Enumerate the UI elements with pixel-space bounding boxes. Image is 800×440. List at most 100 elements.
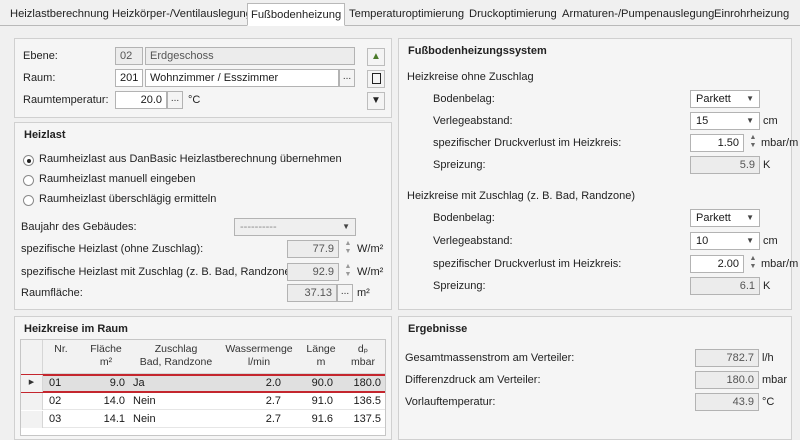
tab-fussbodenheizung[interactable]: Fußbodenheizung [247,3,346,26]
druckverlust-unit: mbar/m [761,137,799,149]
col-dp-label: dₚ [357,343,369,355]
spin-icon: ▲ ▼ [344,240,352,255]
cell-nr: 01 [49,377,62,389]
cell-dp: 180.0 [353,377,381,389]
druckverlust-field[interactable]: 1.50 [690,134,744,152]
ohne-zuschlag-title: Heizkreise ohne Zuschlag [407,71,534,83]
chevron-down-icon: ▼ [342,222,350,231]
up-arrow-button[interactable]: ▲ [367,48,385,66]
temp-browse-button[interactable]: ... [167,91,183,109]
raumflaeche-field: 37.13 [287,284,337,302]
cell-zuschlag: Ja [133,377,145,389]
chevron-down-icon: ▼ [746,116,754,125]
spez-heizlast-label: spezifische Heizlast (ohne Zuschlag): [21,243,204,255]
raum-browse-button[interactable]: ... [339,69,355,87]
radio-manuell-label[interactable]: Raumheizlast manuell eingeben [39,173,196,185]
raumtemperatur-label: Raumtemperatur: [23,94,109,106]
verlegeabstand-unit: cm [763,115,778,127]
cell-dp: 136.5 [353,395,381,407]
content-area: Ebene: 02 Erdgeschoss ▲ Raum: 201 Wohnzi… [0,26,800,440]
col-wassermenge: Wassermenge l/min [219,343,299,369]
baujahr-label: Baujahr des Gebäudes: [21,221,137,233]
mit-zuschlag-title: Heizkreise mit Zuschlag (z. B. Bad, Rand… [407,190,636,202]
vorlauftemperatur-unit: °C [762,396,775,408]
ergebnisse-title: Ergebnisse [408,323,468,335]
verlegeabstand-label: Verlegeabstand: [433,115,513,127]
druckverlust-unit: mbar/m [761,258,799,270]
tab-temperaturoptimierung[interactable]: Temperaturoptimierung [346,5,467,26]
verlegeabstand-value: 10 [696,235,709,247]
fbh-title: Fußbodenheizungssystem [408,45,547,57]
down-arrow-button[interactable]: ▼ [367,92,385,110]
tab-einrohrheizung[interactable]: Einrohrheizung [711,5,792,26]
table-row[interactable]: 03 14.1 Nein 2.7 91.6 137.5 [21,411,385,428]
radio-ueberschlaegig[interactable] [23,195,34,206]
bodenbelag-dropdown[interactable]: Parkett ▼ [690,209,760,227]
tab-druckoptimierung[interactable]: Druckoptimierung [466,5,560,26]
heizlast-panel: Heizlast Raumheizlast aus DanBasic Heizl… [14,122,392,310]
spreizung-label: Spreizung: [433,159,486,171]
col-laenge-label: Länge [306,343,336,355]
druckverlust-field[interactable]: 2.00 [690,255,744,273]
heizlast-title: Heizlast [24,129,66,141]
spreizung-field: 5.9 [690,156,760,174]
heizkreise-table: Nr. Fläche m² Zuschlag Bad, Randzone Wasse… [20,339,386,436]
spreizung-unit: K [763,159,771,171]
raumflaeche-browse-button[interactable]: ... [337,284,353,302]
tab-heizkoerper-ventilauslegung[interactable]: Heizkörper-/Ventilauslegung [109,5,255,26]
raum-name-field[interactable]: Wohnzimmer / Esszimmer [145,69,339,87]
cell-zuschlag: Nein [133,413,156,425]
cell-dp: 137.5 [353,413,381,425]
table-row[interactable]: 02 14.0 Nein 2.7 91.0 136.5 [21,393,385,410]
raumtemperatur-field[interactable]: 20.0 [115,91,167,109]
verlegeabstand-dropdown[interactable]: 15 ▼ [690,112,760,130]
cell-zuschlag: Nein [133,395,156,407]
row-header [21,411,43,428]
radio-aus-danbasic-label[interactable]: Raumheizlast aus DanBasic Heizlastberech… [39,153,342,165]
raumflaeche-unit: m² [357,287,370,299]
spreizung-label: Spreizung: [433,280,486,292]
bodenbelag-value: Parkett [696,93,731,105]
raum-nr-field[interactable]: 201 [115,69,143,87]
col-flaeche-unit: m² [99,356,113,368]
radio-ueberschlaegig-label[interactable]: Raumheizlast überschlägig ermitteln [39,193,216,205]
col-laenge: Länge m [303,343,339,369]
radio-aus-danbasic[interactable] [23,155,34,166]
tab-heizlastberechnung[interactable]: Heizlastberechnung [7,5,112,26]
col-dp-unit: mbar [351,356,375,368]
table-row[interactable]: ▶ 01 9.0 Ja 2.0 90.0 180.0 [21,374,385,393]
verlegeabstand-value: 15 [696,115,709,127]
massenstrom-label: Gesamtmassenstrom am Verteiler: [405,352,575,364]
differenzdruck-field: 180.0 [695,371,759,389]
spin-icon[interactable]: ▲ ▼ [748,255,758,273]
baujahr-dropdown: ---------- ▼ [234,218,356,236]
bodenbelag-value: Parkett [696,212,731,224]
document-icon[interactable] [367,70,385,88]
cell-nr: 03 [49,413,62,425]
baujahr-value: ---------- [240,221,277,233]
col-wassermenge-label: Wassermenge [225,343,293,355]
spreizung-field: 6.1 [690,277,760,295]
spez-heizlast-unit: W/m² [357,243,384,255]
cell-laenge: 90.0 [311,377,333,389]
druckverlust-label: spezifischer Druckverlust im Heizkreis: [433,258,622,270]
spez-heizlast-zuschlag-label: spezifische Heizlast mit Zuschlag (z. B.… [21,266,298,278]
cell-nr: 02 [49,395,62,407]
col-laenge-unit: m [316,356,326,368]
verlegeabstand-unit: cm [763,235,778,247]
radio-manuell[interactable] [23,175,34,186]
bodenbelag-dropdown[interactable]: Parkett ▼ [690,90,760,108]
col-wassermenge-unit: l/min [247,356,271,368]
col-flaeche: Fläche m² [81,343,131,369]
cell-flaeche: 9.0 [109,377,125,389]
cell-flaeche: 14.0 [103,395,125,407]
ebene-nr-field: 02 [115,47,143,65]
chevron-down-icon: ▼ [746,213,754,222]
tab-armaturen-pumpenauslegung[interactable]: Armaturen-/Pumpenauslegung [559,5,717,26]
cell-flaeche: 14.1 [103,413,125,425]
col-nr-label: Nr. [54,343,68,355]
spin-icon[interactable]: ▲ ▼ [748,134,758,152]
row-selector-icon: ▶ [21,375,43,392]
verlegeabstand-dropdown[interactable]: 10 ▼ [690,232,760,250]
verlegeabstand-label: Verlegeabstand: [433,235,513,247]
